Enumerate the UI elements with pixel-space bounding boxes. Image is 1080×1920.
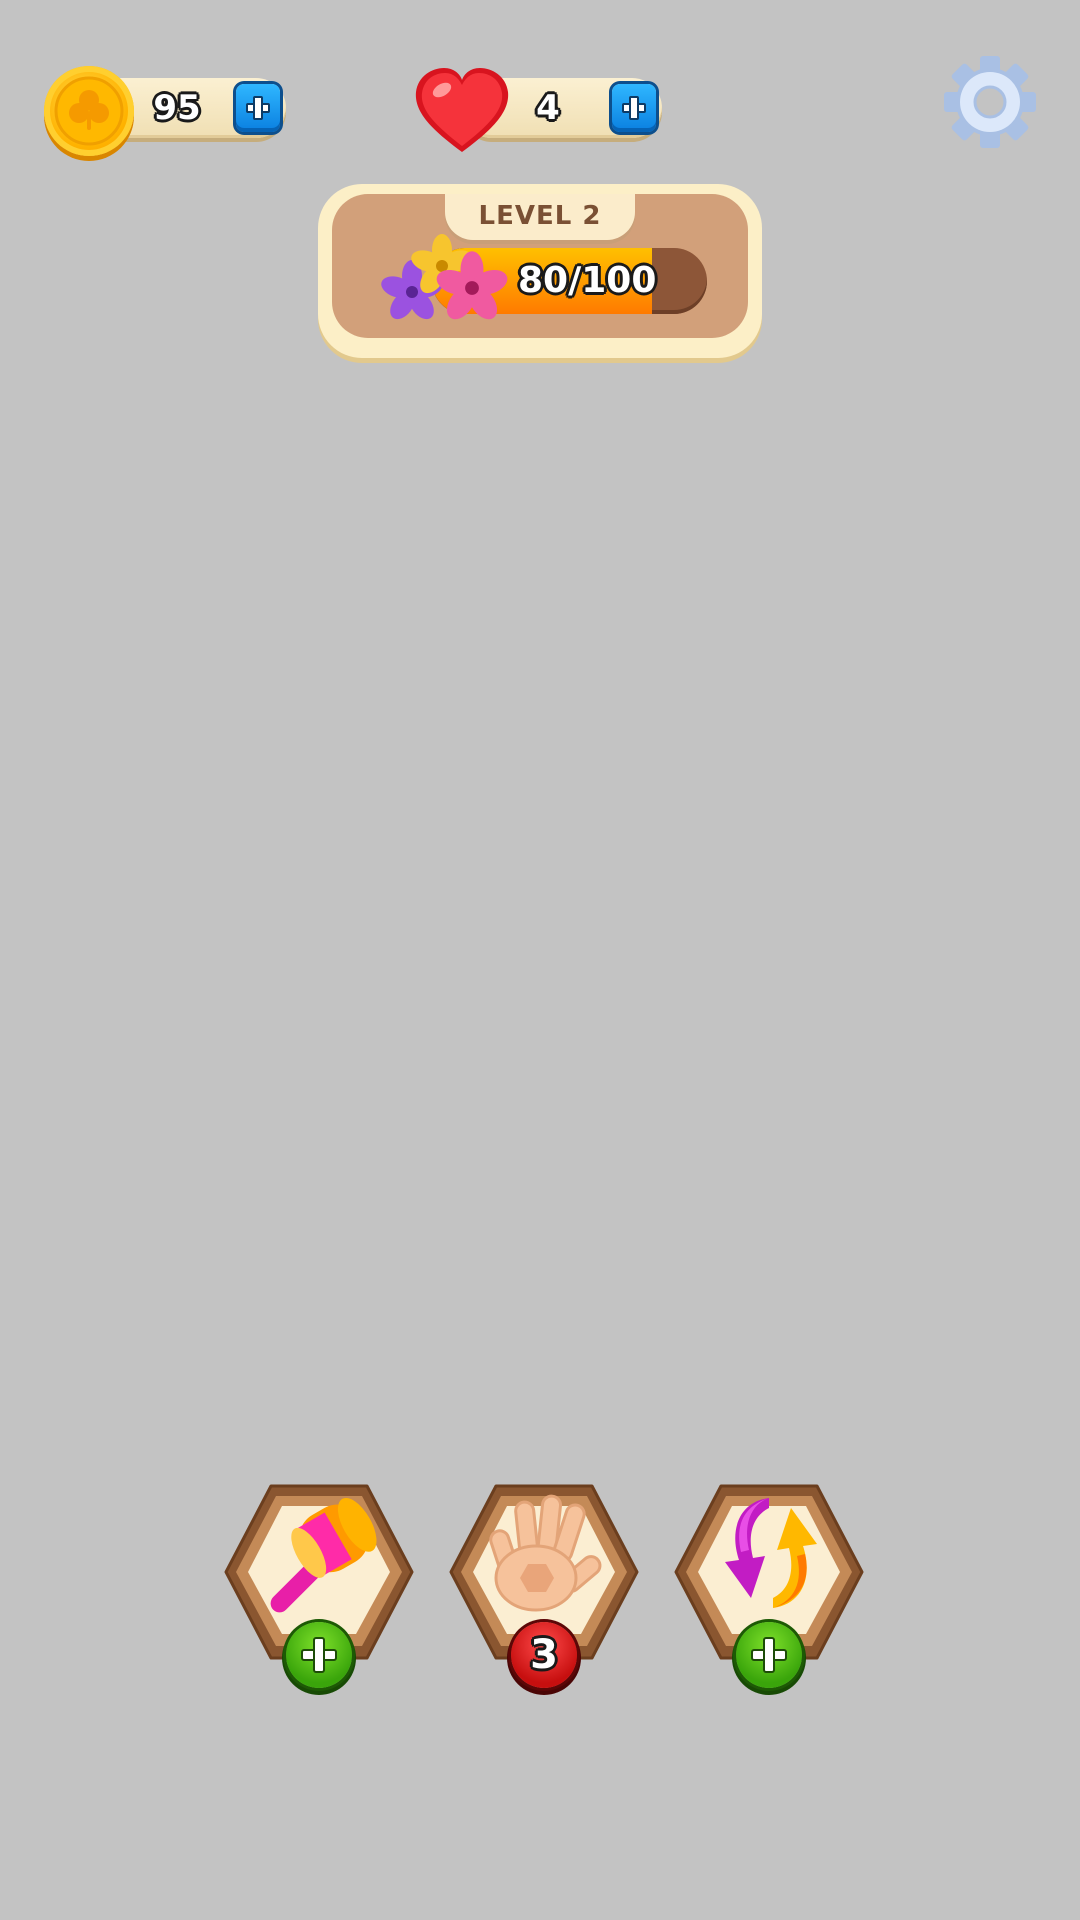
shuffle-booster-button[interactable] xyxy=(672,1482,866,1688)
hand-booster-button[interactable]: 3 xyxy=(447,1482,641,1688)
heart-icon xyxy=(412,66,512,160)
settings-button[interactable] xyxy=(940,52,1040,156)
hand-count-badge: 3 xyxy=(511,1622,577,1688)
gear-icon xyxy=(944,56,1036,148)
hand-count: 3 xyxy=(530,1632,558,1678)
hand-icon xyxy=(489,1494,602,1612)
flowers-icon xyxy=(378,232,511,336)
add-lives-button[interactable] xyxy=(612,84,656,132)
add-hammer-badge[interactable] xyxy=(286,1622,352,1688)
level-progress-text: 80/100 xyxy=(518,260,657,301)
add-coins-button[interactable] xyxy=(236,84,280,132)
add-shuffle-badge[interactable] xyxy=(736,1622,802,1688)
coins-value: 95 xyxy=(153,88,201,128)
shuffle-arrows-icon xyxy=(725,1498,817,1608)
clover-coin-icon xyxy=(44,66,134,156)
hammer-icon xyxy=(270,1497,377,1613)
hammer-booster-button[interactable] xyxy=(222,1482,416,1688)
lives-value: 4 xyxy=(536,88,560,128)
